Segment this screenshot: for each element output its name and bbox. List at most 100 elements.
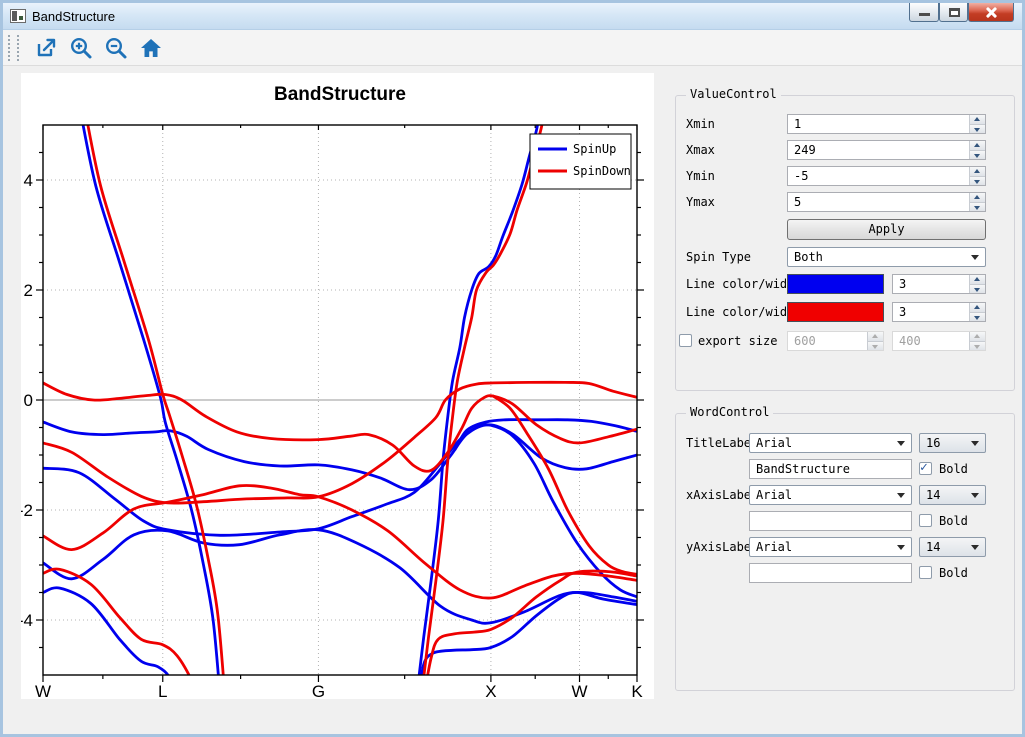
- xmin-value[interactable]: 1: [788, 115, 969, 133]
- export-width-value: 600: [788, 332, 867, 350]
- xmin-spinbox[interactable]: 1: [787, 114, 986, 134]
- ymax-down-button[interactable]: [970, 202, 985, 212]
- y-tick-label: 2: [24, 281, 33, 300]
- ymax-value[interactable]: 5: [788, 193, 969, 211]
- xmax-down-button[interactable]: [970, 150, 985, 160]
- spindown-width-value[interactable]: 3: [893, 303, 969, 321]
- export-icon[interactable]: [34, 36, 58, 60]
- maximize-button[interactable]: [939, 3, 968, 22]
- ymin-up-button[interactable]: [970, 167, 985, 176]
- export-width-down-button: [868, 341, 883, 351]
- titlebar[interactable]: BandStructure: [3, 3, 1022, 30]
- xaxis-size-dropdown[interactable]: 14: [919, 485, 986, 505]
- yaxis-font-value: Arial: [750, 538, 897, 556]
- chevron-down-icon: [971, 545, 979, 550]
- ymax-label: Ymax: [686, 192, 715, 212]
- spindown-color-swatch[interactable]: [787, 302, 884, 322]
- y-tick-label: 4: [24, 171, 33, 190]
- ymax-spinbox[interactable]: 5: [787, 192, 986, 212]
- export-width-up-button: [868, 332, 883, 341]
- home-icon[interactable]: [139, 36, 163, 60]
- chevron-down-icon: [897, 441, 905, 446]
- spinup-width-value[interactable]: 3: [893, 275, 969, 293]
- xaxis-bold-checkbox[interactable]: [919, 514, 932, 527]
- x-tick-label: X: [485, 682, 496, 699]
- x-tick-label: K: [631, 682, 643, 699]
- close-button[interactable]: [968, 3, 1014, 22]
- title-text-input[interactable]: BandStructure: [749, 459, 912, 479]
- xmin-up-button[interactable]: [970, 115, 985, 124]
- value-control-label: ValueControl: [686, 87, 781, 101]
- line2-color-label: Line color/width: [686, 302, 802, 322]
- chevron-down-icon: [897, 545, 905, 550]
- yaxis-label: yAxisLabel: [686, 537, 758, 557]
- legend-label: SpinDown: [573, 164, 631, 178]
- minimize-icon: [919, 13, 930, 16]
- spindown-width-up-button[interactable]: [970, 303, 985, 312]
- spin-type-dropdown[interactable]: Both: [787, 247, 986, 267]
- xmin-down-button[interactable]: [970, 124, 985, 134]
- ymin-value[interactable]: -5: [788, 167, 969, 185]
- ymax-up-button[interactable]: [970, 193, 985, 202]
- line1-color-label: Line color/width: [686, 274, 802, 294]
- x-tick-label: G: [312, 682, 325, 699]
- export-height-down-button: [970, 341, 985, 351]
- chevron-down-icon: [971, 493, 979, 498]
- yaxis-bold-checkbox[interactable]: [919, 566, 932, 579]
- chevron-down-icon: [897, 493, 905, 498]
- xmax-value[interactable]: 249: [788, 141, 969, 159]
- title-font-value: Arial: [750, 434, 897, 452]
- title-bold-checkbox[interactable]: [919, 462, 932, 475]
- apply-button[interactable]: Apply: [787, 219, 986, 240]
- xmax-up-button[interactable]: [970, 141, 985, 150]
- spinup-width-down-button[interactable]: [970, 284, 985, 294]
- word-control-label: WordControl: [686, 405, 773, 419]
- plot-canvas[interactable]: BandStructureWLGXWK-4-2024SpinUpSpinDown: [21, 73, 654, 699]
- export-size-label: export size: [698, 331, 777, 351]
- title-font-dropdown[interactable]: Arial: [749, 433, 912, 453]
- ymin-down-button[interactable]: [970, 176, 985, 186]
- xaxis-font-value: Arial: [750, 486, 897, 504]
- title-size-dropdown[interactable]: 16: [919, 433, 986, 453]
- word-control-group: WordControl TitleLabel Arial 16 BandStru…: [675, 413, 1015, 691]
- spin-type-label: Spin Type: [686, 247, 751, 267]
- ymin-spinbox[interactable]: -5: [787, 166, 986, 186]
- x-tick-label: L: [158, 682, 167, 699]
- spindown-width-spinbox[interactable]: 3: [892, 302, 986, 322]
- title-text-value[interactable]: BandStructure: [750, 460, 911, 478]
- zoom-out-icon[interactable]: [104, 36, 128, 60]
- title-bold-label: Bold: [939, 459, 968, 479]
- export-height-value: 400: [893, 332, 969, 350]
- spinup-color-swatch[interactable]: [787, 274, 884, 294]
- yaxis-font-dropdown[interactable]: Arial: [749, 537, 912, 557]
- toolbar-grip[interactable]: [8, 35, 12, 61]
- yaxis-size-dropdown[interactable]: 14: [919, 537, 986, 557]
- export-width-spinbox[interactable]: 600: [787, 331, 884, 351]
- xaxis-label: xAxisLabel: [686, 485, 758, 505]
- bandstructure-chart[interactable]: BandStructureWLGXWK-4-2024SpinUpSpinDown: [21, 73, 654, 699]
- xmin-label: Xmin: [686, 114, 715, 134]
- xmax-spinbox[interactable]: 249: [787, 140, 986, 160]
- spin-type-value: Both: [788, 248, 971, 266]
- bandstructure-window: { "window": { "title": "BandStructure" }…: [0, 0, 1025, 737]
- spindown-width-down-button[interactable]: [970, 312, 985, 322]
- zoom-in-icon[interactable]: [69, 36, 93, 60]
- xaxis-font-dropdown[interactable]: Arial: [749, 485, 912, 505]
- legend: SpinUpSpinDown: [530, 134, 631, 189]
- export-height-spinbox[interactable]: 400: [892, 331, 986, 351]
- minimize-button[interactable]: [909, 3, 939, 22]
- toolbar: [3, 30, 1022, 66]
- xaxis-text-input[interactable]: [749, 511, 912, 531]
- yaxis-text-input[interactable]: [749, 563, 912, 583]
- x-tick-label: W: [35, 682, 51, 699]
- window-title: BandStructure: [32, 9, 115, 24]
- chevron-down-icon: [971, 441, 979, 446]
- spinup-width-spinbox[interactable]: 3: [892, 274, 986, 294]
- maximize-icon: [949, 8, 960, 17]
- xmax-label: Xmax: [686, 140, 715, 160]
- spinup-width-up-button[interactable]: [970, 275, 985, 284]
- y-tick-label: 0: [24, 391, 33, 410]
- title-label: TitleLabel: [686, 433, 758, 453]
- toolbar-grip-2[interactable]: [17, 35, 21, 61]
- export-size-checkbox[interactable]: [679, 334, 692, 347]
